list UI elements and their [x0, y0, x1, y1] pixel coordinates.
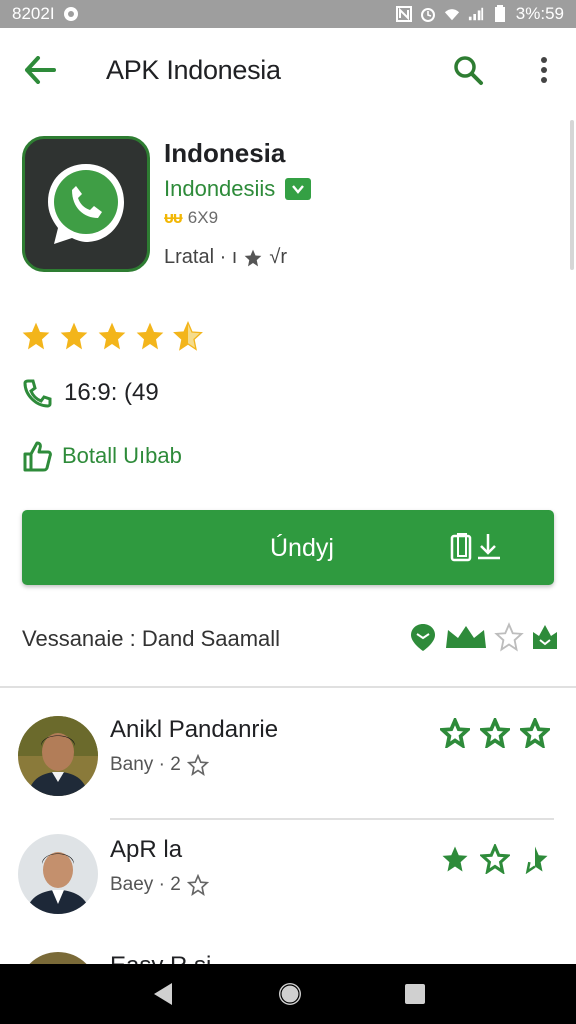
- search-button[interactable]: [448, 50, 488, 90]
- nav-back-icon[interactable]: [150, 981, 176, 1007]
- sync-icon: [63, 6, 79, 22]
- avatar: [18, 716, 98, 796]
- more-options-button[interactable]: [528, 50, 560, 90]
- install-text: Botall Uıbab: [62, 443, 182, 468]
- nfc-icon: [395, 6, 412, 22]
- review-item[interactable]: ApR la Baey · 2: [0, 826, 576, 936]
- rating-stars: [20, 320, 204, 352]
- app-meta: ᵾᵾ 6X9: [164, 208, 218, 228]
- app-bar: APK Indonesia: [0, 28, 576, 112]
- star-outline-icon: [186, 874, 209, 896]
- review-meta: Bany · 2: [110, 754, 209, 776]
- status-left: 8202I: [12, 4, 79, 24]
- version-info: Vessanaie : Dand Saamall: [22, 626, 281, 651]
- user-photo-icon: [18, 834, 98, 914]
- whatsapp-style-logo-icon: [48, 164, 124, 244]
- back-arrow-icon: [25, 56, 56, 84]
- badge-icon: [533, 625, 557, 649]
- user-photo-icon: [18, 952, 98, 964]
- review-stars: [440, 718, 550, 748]
- info-text: Lratal · ı: [164, 246, 238, 268]
- signal-icon: [468, 6, 484, 22]
- phone-text: 16:9: (49: [64, 379, 159, 406]
- star-icon: [480, 718, 510, 748]
- location-pin-icon: [411, 624, 435, 651]
- app-icon: [22, 136, 150, 272]
- review-meta: Baey · 2: [110, 874, 209, 896]
- status-time: 8202I: [12, 4, 55, 23]
- meta-text: 6X9: [187, 208, 219, 227]
- phone-row[interactable]: 16:9: (49: [22, 378, 159, 408]
- reviewer-name: ApR la: [110, 836, 183, 863]
- reviewer-name: Anikl Pandanrie: [110, 716, 279, 743]
- version-icons: [408, 622, 560, 652]
- install-row[interactable]: Botall Uıbab: [22, 440, 182, 472]
- review-item[interactable]: Anikl Pandanrie Bany · 2: [0, 706, 576, 816]
- verified-badge-icon: [285, 178, 312, 200]
- more-vert-icon: [541, 57, 547, 83]
- reviewer-name: Easy R si: [110, 952, 211, 964]
- review-stars: [440, 844, 550, 874]
- page-title: APK Indonesia: [106, 55, 281, 85]
- nav-home-icon[interactable]: [277, 981, 303, 1007]
- half-star-icon: [525, 846, 548, 874]
- review-meta-text: Bany · 2: [110, 754, 181, 775]
- download-icon: [450, 533, 500, 562]
- search-icon: [454, 56, 483, 85]
- section-divider: [0, 686, 576, 688]
- app-info: Lratal · ı √r: [164, 246, 287, 269]
- star-icon: [98, 322, 126, 350]
- avatar: [18, 834, 98, 914]
- star-outline-icon: [494, 622, 524, 652]
- star-icon: [520, 718, 550, 748]
- status-right: 3%:59: [395, 4, 564, 24]
- review-divider: [110, 818, 554, 820]
- phone-icon: [23, 379, 52, 408]
- wifi-icon: [444, 6, 460, 22]
- star-icon: [440, 718, 470, 748]
- crown-icon: [446, 626, 486, 648]
- battery-icon: [492, 5, 508, 22]
- review-meta-text: Baey · 2: [110, 874, 181, 895]
- install-button-label: Úndyj: [270, 534, 334, 562]
- star-icon: [136, 322, 164, 350]
- star-outline-icon: [186, 754, 209, 776]
- info-suffix: √r: [269, 246, 287, 268]
- nav-recents-icon[interactable]: [404, 983, 426, 1005]
- star-icon: [245, 249, 262, 266]
- user-photo-icon: [18, 716, 98, 796]
- status-clock: 3%:59: [515, 4, 564, 23]
- install-button[interactable]: Úndyj: [22, 510, 554, 585]
- status-bar: 8202I 3%:59: [0, 0, 576, 28]
- alarm-icon: [420, 6, 436, 22]
- star-icon: [442, 846, 468, 872]
- star-outline-icon: [480, 844, 510, 874]
- star-icon: [22, 322, 50, 350]
- star-icon: [60, 322, 88, 350]
- avatar: [18, 952, 98, 964]
- app-name: Indonesia: [164, 138, 286, 168]
- scroll-indicator[interactable]: [570, 120, 574, 270]
- system-nav-bar: [0, 964, 576, 1024]
- developer-name: Indondesiis: [164, 176, 276, 201]
- review-item[interactable]: Easy R si: [0, 946, 576, 964]
- developer-link[interactable]: Indondesiis: [164, 176, 312, 202]
- thumbs-up-icon: [23, 441, 52, 472]
- meta-mark: ᵾᵾ: [164, 208, 183, 227]
- half-star-icon: [173, 320, 203, 351]
- back-button[interactable]: [22, 52, 58, 88]
